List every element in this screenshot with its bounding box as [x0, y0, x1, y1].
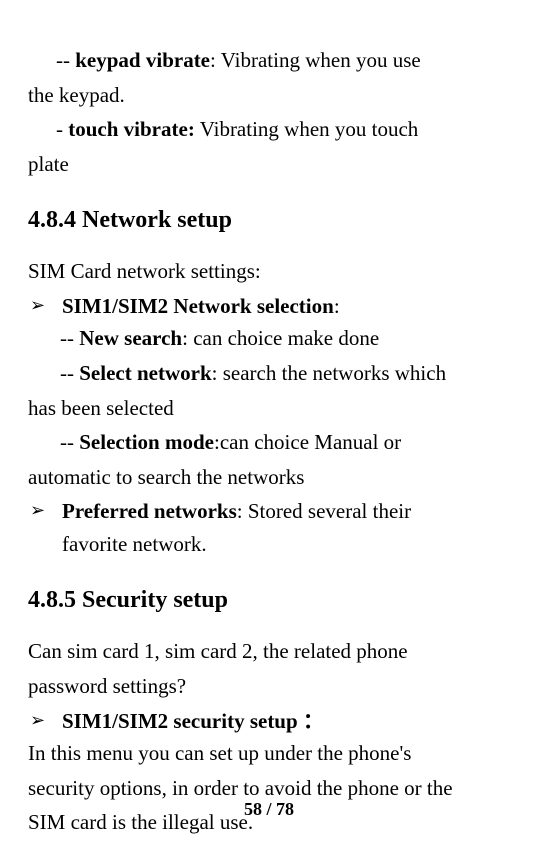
- bullet-icon: ➢: [28, 495, 62, 527]
- text: SIM Card network settings:: [28, 259, 261, 283]
- page-number: 58 / 78: [0, 796, 538, 824]
- paragraph: In this menu you can set up under the ph…: [28, 737, 510, 770]
- paragraph: plate: [28, 148, 510, 181]
- paragraph: automatic to search the networks: [28, 461, 510, 494]
- text: password settings?: [28, 674, 186, 698]
- text: :: [334, 294, 340, 318]
- term: Select network: [79, 361, 211, 385]
- heading-security-setup: 4.8.5 Security setup: [28, 582, 510, 619]
- list-item-text: SIM1/SIM2 Network selection:: [62, 290, 510, 323]
- heading-network-setup: 4.8.4 Network setup: [28, 202, 510, 239]
- text: automatic to search the networks: [28, 465, 304, 489]
- text: favorite network.: [62, 532, 207, 556]
- text: can choice make done: [188, 326, 379, 350]
- term-touch-vibrate: touch vibrate:: [68, 117, 195, 141]
- text: Can sim card 1, sim card 2, the related …: [28, 639, 408, 663]
- paragraph: has been selected: [28, 392, 510, 425]
- term: Preferred networks: [62, 499, 237, 523]
- list-item-text: Preferred networks: Stored several their…: [62, 495, 510, 560]
- text: ：: [303, 709, 324, 733]
- paragraph-keypad-vibrate: -- keypad vibrate: Vibrating when you us…: [28, 44, 510, 77]
- total-pages: 78: [276, 799, 294, 819]
- text: --: [60, 326, 79, 350]
- current-page: 58: [244, 799, 262, 819]
- list-item-preferred-networks: ➢ Preferred networks: Stored several the…: [28, 495, 510, 560]
- text: In this menu you can set up under the ph…: [28, 741, 411, 765]
- list-item-sim-security-setup: ➢ SIM1/SIM2 security setup ：: [28, 705, 510, 738]
- paragraph: SIM Card network settings:: [28, 255, 510, 288]
- term: Selection mode: [79, 430, 214, 454]
- sub-item-new-search: -- New search: can choice make done: [28, 322, 510, 355]
- bullet-icon: ➢: [28, 705, 62, 737]
- document-page: -- keypad vibrate: Vibrating when you us…: [0, 0, 538, 846]
- term: SIM1/SIM2 security setup: [62, 709, 303, 733]
- text: has been selected: [28, 396, 174, 420]
- text: plate: [28, 152, 69, 176]
- text: --: [60, 430, 79, 454]
- text: --: [56, 48, 75, 72]
- text: can choice Manual or: [220, 430, 401, 454]
- list-item-network-selection: ➢ SIM1/SIM2 Network selection:: [28, 290, 510, 323]
- paragraph: password settings?: [28, 670, 510, 703]
- text: --: [60, 361, 79, 385]
- sub-item-select-network: -- Select network: search the networks w…: [28, 357, 510, 390]
- paragraph-touch-vibrate: - touch vibrate: Vibrating when you touc…: [28, 113, 510, 146]
- term-keypad-vibrate: keypad vibrate: [75, 48, 210, 72]
- text: search the networks which: [217, 361, 446, 385]
- text: the keypad.: [28, 83, 125, 107]
- bullet-icon: ➢: [28, 290, 62, 322]
- paragraph: Can sim card 1, sim card 2, the related …: [28, 635, 510, 668]
- text: Vibrating when you use: [216, 48, 421, 72]
- list-item-text: SIM1/SIM2 security setup ：: [62, 705, 510, 738]
- separator: /: [262, 799, 276, 819]
- term: SIM1/SIM2 Network selection: [62, 294, 334, 318]
- text: -: [56, 117, 68, 141]
- sub-item-selection-mode: -- Selection mode:can choice Manual or: [28, 426, 510, 459]
- term: New search: [79, 326, 182, 350]
- paragraph: the keypad.: [28, 79, 510, 112]
- text: Vibrating when you touch: [195, 117, 418, 141]
- text: Stored several their: [243, 499, 412, 523]
